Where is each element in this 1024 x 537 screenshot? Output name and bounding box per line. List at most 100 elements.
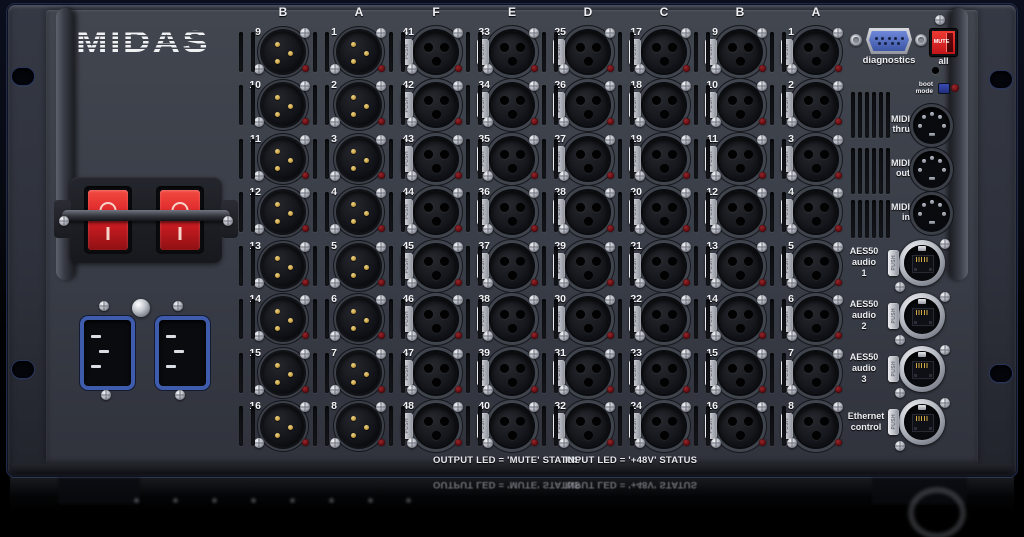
screw-icon: [330, 117, 340, 127]
xlr-male-connector[interactable]: [338, 191, 380, 233]
xlr-male-connector[interactable]: [262, 31, 304, 73]
screw-icon: [407, 331, 417, 341]
xlr-hole: [592, 96, 601, 105]
xlr-female-connector[interactable]: [491, 405, 533, 447]
xlr-female-connector[interactable]: [643, 298, 685, 340]
xlr-female-connector[interactable]: [643, 405, 685, 447]
xlr-male-connector[interactable]: [262, 84, 304, 126]
xlr-female-connector[interactable]: [491, 352, 533, 394]
xlr-male-connector[interactable]: [262, 245, 304, 287]
xlr-female-connector[interactable]: [719, 298, 761, 340]
xlr-pin: [275, 256, 280, 261]
diagnostics-port[interactable]: [866, 28, 912, 54]
push-tab[interactable]: PUSH: [888, 250, 899, 276]
xlr-female-connector[interactable]: [567, 298, 609, 340]
screw-icon: [711, 438, 721, 448]
xlr-female-connector[interactable]: [719, 138, 761, 180]
xlr-female-connector[interactable]: [415, 84, 457, 126]
xlr-female-connector[interactable]: [719, 191, 761, 233]
xlr-female-connector[interactable]: [719, 405, 761, 447]
xlr-female-connector[interactable]: [567, 352, 609, 394]
xlr-female-connector[interactable]: [795, 191, 837, 233]
xlr-female-connector[interactable]: [795, 31, 837, 73]
aes50-audio-port-2[interactable]: [899, 293, 945, 339]
xlr-female-connector[interactable]: [643, 138, 685, 180]
xlr-hole: [440, 257, 449, 266]
xlr-male-connector[interactable]: [338, 138, 380, 180]
vent-slot: [618, 353, 622, 393]
xlr-female-connector[interactable]: [567, 84, 609, 126]
xlr-hole: [584, 110, 593, 119]
xlr-female-connector[interactable]: [719, 245, 761, 287]
xlr-female-connector[interactable]: [719, 31, 761, 73]
xlr-male-connector[interactable]: [262, 352, 304, 394]
xlr-male-connector[interactable]: [338, 298, 380, 340]
xlr-cell: 20PUSH: [624, 185, 704, 239]
db9-bolt: [915, 34, 927, 46]
xlr-female-connector[interactable]: [415, 352, 457, 394]
xlr-female-connector[interactable]: [719, 84, 761, 126]
rj45-contact: [929, 268, 932, 271]
aes50-audio-port-1[interactable]: [899, 240, 945, 286]
xlr-female-connector[interactable]: [795, 352, 837, 394]
xlr-female-connector[interactable]: [415, 31, 457, 73]
xlr-female-connector[interactable]: [643, 191, 685, 233]
xlr-female-connector[interactable]: [795, 405, 837, 447]
xlr-pin: [351, 219, 356, 224]
status-led: [302, 65, 309, 72]
xlr-male-connector[interactable]: [338, 84, 380, 126]
rj45-contact: [914, 268, 917, 271]
xlr-female-connector[interactable]: [795, 298, 837, 340]
xlr-female-connector[interactable]: [415, 298, 457, 340]
xlr-female-connector[interactable]: [567, 138, 609, 180]
xlr-female-connector[interactable]: [491, 84, 533, 126]
push-tab[interactable]: PUSH: [888, 303, 899, 329]
xlr-female-connector[interactable]: [415, 191, 457, 233]
push-tab[interactable]: PUSH: [888, 409, 899, 435]
xlr-female-connector[interactable]: [491, 138, 533, 180]
xlr-female-connector[interactable]: [643, 352, 685, 394]
db9-pin: [891, 42, 894, 45]
xlr-female-connector[interactable]: [567, 245, 609, 287]
xlr-female-connector[interactable]: [415, 405, 457, 447]
midi-din-port[interactable]: [913, 195, 950, 232]
midi-din-port[interactable]: [913, 151, 950, 188]
xlr-female-connector[interactable]: [795, 245, 837, 287]
xlr-female-connector[interactable]: [491, 298, 533, 340]
xlr-female-connector[interactable]: [795, 138, 837, 180]
reset-pinhole[interactable]: [932, 67, 939, 74]
vent-slot: [694, 246, 698, 286]
aes50-audio-port-3[interactable]: [899, 346, 945, 392]
xlr-male-connector[interactable]: [262, 191, 304, 233]
xlr-female-connector[interactable]: [643, 245, 685, 287]
db9-pins-row: [869, 42, 909, 45]
xlr-female-connector[interactable]: [491, 31, 533, 73]
xlr-female-connector[interactable]: [567, 191, 609, 233]
push-tab[interactable]: PUSH: [888, 356, 899, 382]
xlr-female-connector[interactable]: [719, 352, 761, 394]
xlr-female-connector[interactable]: [643, 84, 685, 126]
xlr-cell: 14PUSH: [700, 292, 780, 346]
xlr-female-connector[interactable]: [643, 31, 685, 73]
xlr-male-connector[interactable]: [262, 138, 304, 180]
xlr-female-connector[interactable]: [795, 84, 837, 126]
ethernet-control-port[interactable]: [899, 399, 945, 445]
xlr-female-connector[interactable]: [491, 245, 533, 287]
midi-din-port[interactable]: [913, 107, 950, 144]
xlr-male-connector[interactable]: [262, 298, 304, 340]
xlr-female-connector[interactable]: [415, 138, 457, 180]
xlr-male-connector[interactable]: [262, 405, 304, 447]
boot-mode-label: boot mode: [895, 81, 933, 95]
xlr-female-connector[interactable]: [415, 245, 457, 287]
xlr-female-connector[interactable]: [567, 31, 609, 73]
xlr-female-connector[interactable]: [567, 405, 609, 447]
xlr-male-connector[interactable]: [338, 31, 380, 73]
mute-all-button[interactable]: MUTE: [930, 29, 957, 56]
vent-slot: [389, 85, 393, 125]
xlr-female-connector[interactable]: [491, 191, 533, 233]
boot-mode-button[interactable]: [938, 83, 950, 94]
xlr-male-connector[interactable]: [338, 245, 380, 287]
xlr-male-connector[interactable]: [338, 352, 380, 394]
xlr-male-connector[interactable]: [338, 405, 380, 447]
status-led: [531, 65, 538, 72]
